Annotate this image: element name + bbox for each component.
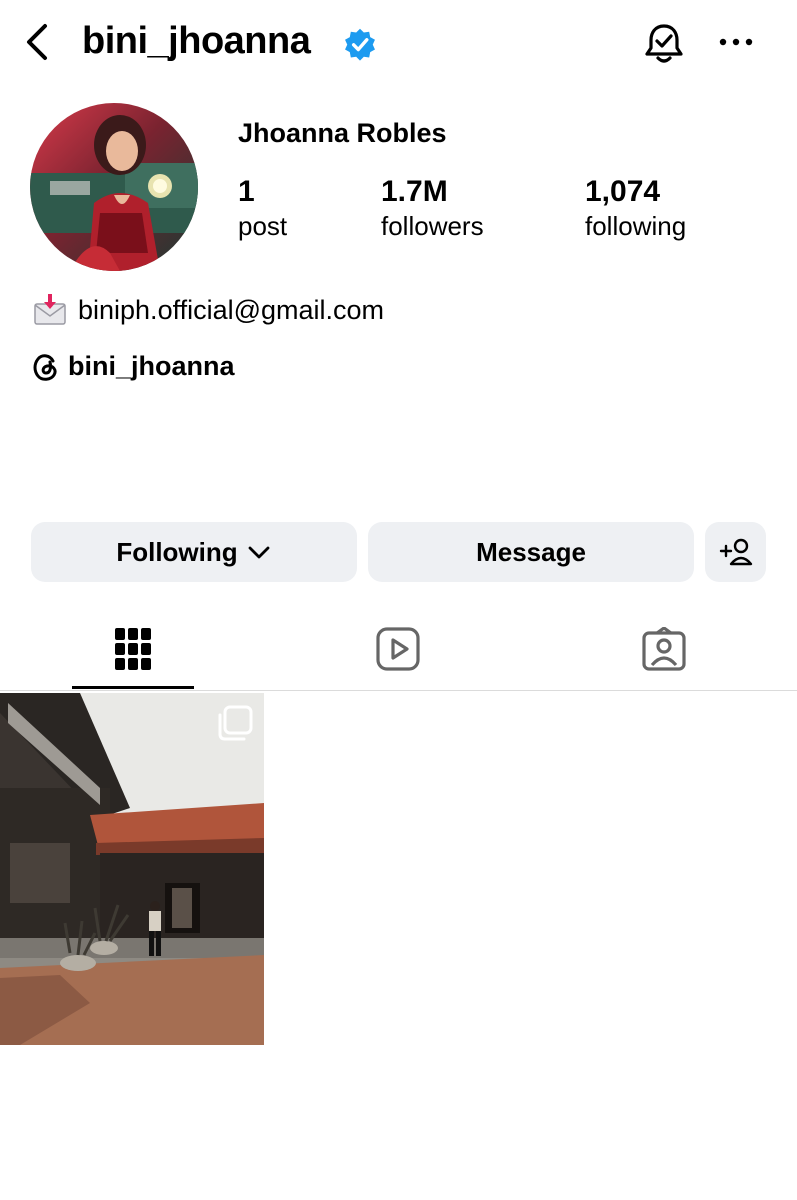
tabs-divider	[0, 690, 797, 691]
incoming-envelope-icon	[34, 294, 66, 325]
following-count-label: following	[585, 211, 687, 241]
posts-count[interactable]: 1 post	[238, 175, 287, 243]
followers-count-value: 1.7M	[381, 175, 448, 208]
profile-avatar[interactable]	[30, 103, 198, 271]
avatar-photo	[30, 103, 198, 271]
bio-email[interactable]: biniph.official@gmail.com	[78, 295, 384, 326]
tab-tagged[interactable]	[602, 608, 726, 690]
add-person-icon	[719, 538, 752, 566]
grid-icon	[115, 628, 151, 670]
notification-bell-check-icon	[645, 24, 683, 63]
post-photo	[0, 693, 264, 1045]
active-tab-indicator	[72, 686, 194, 689]
suggested-users-button[interactable]	[705, 522, 766, 582]
notifications-button[interactable]	[638, 18, 690, 70]
more-options-button[interactable]	[710, 20, 762, 64]
threads-link[interactable]: bini_jhoanna	[32, 351, 235, 382]
tagged-icon	[642, 627, 686, 671]
reels-icon	[376, 627, 420, 671]
followers-count-label: followers	[381, 211, 484, 241]
message-button-label: Message	[476, 536, 586, 567]
multiple-photos-icon	[218, 705, 253, 741]
followers-count[interactable]: 1.7M followers	[381, 175, 484, 243]
post-thumbnail[interactable]	[0, 693, 264, 1045]
threads-handle: bini_jhoanna	[68, 351, 235, 381]
profile-username: bini_jhoanna	[82, 20, 311, 62]
chevron-down-icon	[248, 546, 270, 559]
back-arrow-icon	[27, 24, 47, 60]
verified-badge-icon	[345, 28, 375, 61]
posts-count-label: post	[238, 211, 288, 241]
tab-posts-grid[interactable]	[72, 608, 194, 690]
tab-reels[interactable]	[336, 608, 460, 690]
following-count-value: 1,074	[585, 175, 661, 208]
message-button[interactable]: Message	[368, 522, 694, 582]
bio-email-row: biniph.official@gmail.com	[32, 292, 384, 328]
following-count[interactable]: 1,074 following	[585, 175, 686, 243]
threads-icon	[33, 353, 57, 381]
back-button[interactable]	[18, 22, 58, 62]
following-button-label: Following	[116, 536, 238, 567]
more-dots-icon	[719, 38, 753, 46]
profile-full-name: Jhoanna Robles	[238, 118, 447, 148]
posts-count-value: 1	[238, 175, 255, 208]
following-button[interactable]: Following	[31, 522, 357, 582]
